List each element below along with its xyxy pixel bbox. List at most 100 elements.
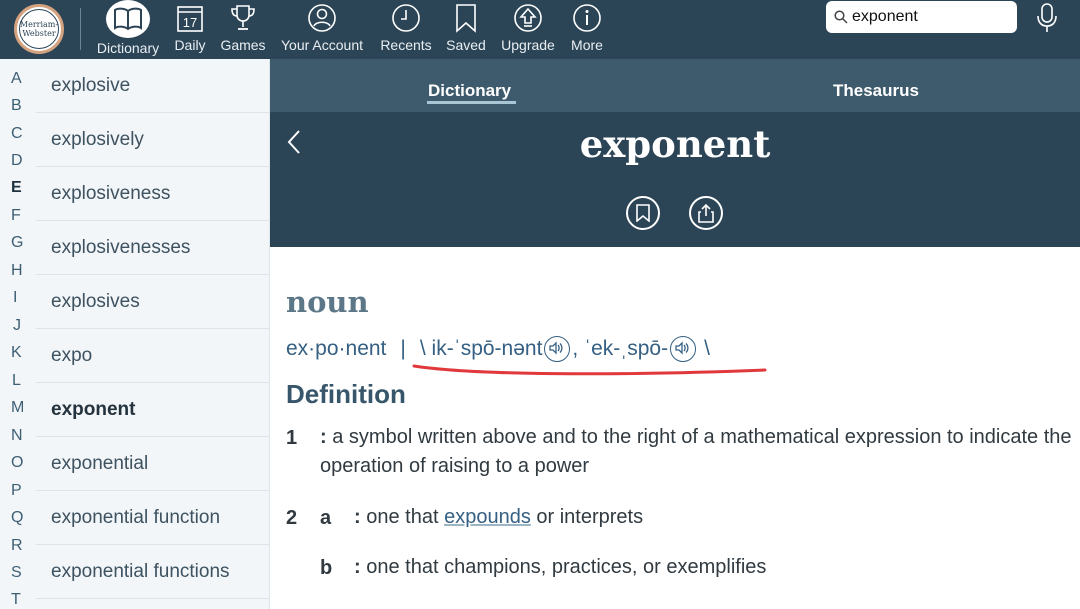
headword: exponent <box>579 122 771 166</box>
nav-more-label: More <box>571 37 603 53</box>
letter-r[interactable]: R <box>11 537 23 555</box>
nav-your-account[interactable]: Your Account <box>280 0 364 59</box>
letter-l[interactable]: L <box>12 372 21 390</box>
list-item-label: exponential functions <box>51 561 230 582</box>
clock-icon <box>392 4 420 32</box>
nav-games-label: Games <box>220 37 266 53</box>
list-item-label: explosive <box>51 75 131 96</box>
alphabet-index: A B C D E F G H I J K L M N O P Q R S T <box>0 59 36 609</box>
merriam-webster-logo[interactable]: Merriam- Webster <box>14 4 64 54</box>
word-list: explosive explosively explosiveness expl… <box>36 59 270 609</box>
nav-recents[interactable]: Recents <box>380 0 432 59</box>
pronunciation-1: \ ik-ˈspō-nənt <box>419 337 543 360</box>
letter-s[interactable]: S <box>11 564 22 582</box>
letter-i[interactable]: I <box>13 289 17 307</box>
letter-t[interactable]: T <box>11 591 21 609</box>
list-item-label: explosiveness <box>51 183 171 204</box>
tab-thesaurus[interactable]: Thesaurus <box>833 81 919 101</box>
list-item-label: explosives <box>51 291 140 312</box>
search-box[interactable] <box>826 1 1017 33</box>
list-item-selected[interactable]: exponent <box>36 383 270 437</box>
active-tab-indicator <box>427 101 516 104</box>
nav-divider <box>80 8 81 50</box>
letter-n[interactable]: N <box>11 427 23 445</box>
speaker-icon[interactable] <box>670 336 697 362</box>
nav-saved[interactable]: Saved <box>444 0 488 59</box>
nav-dictionary[interactable]: Dictionary <box>94 0 162 59</box>
sense-text: one that <box>360 506 445 528</box>
list-item[interactable]: explosive <box>36 59 270 113</box>
definition-heading: Definition <box>286 379 406 409</box>
bookmark-icon <box>636 204 650 222</box>
nav-upgrade-label: Upgrade <box>501 37 555 53</box>
sense-text: or interprets <box>530 506 644 528</box>
sense-letter: a <box>320 507 332 529</box>
speaker-icon[interactable] <box>544 336 571 362</box>
list-item[interactable]: exponential function <box>36 491 270 545</box>
top-navigation-bar: Merriam- Webster Dictionary 17 Daily Game… <box>0 0 1080 59</box>
part-of-speech: noun <box>286 285 369 319</box>
nav-dictionary-label: Dictionary <box>96 40 160 56</box>
sense-2b-definition: : one that champions, practices, or exem… <box>354 553 1074 582</box>
list-item[interactable]: exponential functions <box>36 545 270 599</box>
pronunciation-close: \ <box>704 337 710 360</box>
letter-h[interactable]: H <box>11 262 23 280</box>
letter-a[interactable]: A <box>11 70 22 88</box>
letter-g[interactable]: G <box>11 234 23 252</box>
nav-recents-label: Recents <box>380 37 432 53</box>
letter-j[interactable]: J <box>13 317 21 335</box>
search-input[interactable] <box>852 8 1012 26</box>
svg-text:17: 17 <box>183 15 197 30</box>
sense-2a-definition: : one that expounds or interprets <box>354 503 1074 532</box>
list-item[interactable]: exponential <box>36 437 270 491</box>
save-word-button[interactable] <box>626 196 660 230</box>
nav-games[interactable]: Games <box>218 0 268 59</box>
nav-upgrade[interactable]: Upgrade <box>500 0 556 59</box>
bookmark-icon <box>456 4 476 33</box>
letter-b[interactable]: B <box>11 97 22 115</box>
entry-content: noun ex·po·nent | \ ik-ˈspō-nənt , ˈek-ˌ… <box>270 247 1080 609</box>
sense-text: a symbol written above and to the right … <box>320 426 1072 477</box>
list-item-label: expo <box>51 345 93 366</box>
letter-c[interactable]: C <box>11 125 23 143</box>
nav-daily-label: Daily <box>174 37 206 53</box>
book-icon <box>106 0 150 38</box>
list-item[interactable]: explosively <box>36 113 270 167</box>
cross-reference-link[interactable]: expounds <box>444 506 531 528</box>
logo-line-1: Merriam- <box>19 20 59 29</box>
separator: | <box>400 337 406 360</box>
logo-line-2: Webster <box>22 29 56 38</box>
letter-e[interactable]: E <box>11 179 22 197</box>
sense-text: one that champions, practices, or exempl… <box>360 556 767 578</box>
letter-m[interactable]: M <box>11 399 24 417</box>
share-button[interactable] <box>689 196 723 230</box>
letter-f[interactable]: F <box>11 207 21 225</box>
list-item-label: exponential <box>51 453 149 474</box>
list-item-label: exponential function <box>51 507 221 528</box>
list-item[interactable]: explosivenesses <box>36 221 270 275</box>
tab-bar: Dictionary Thesaurus <box>270 59 1080 112</box>
nav-daily[interactable]: 17 Daily <box>170 0 210 59</box>
logo-text: Merriam- Webster <box>19 9 59 49</box>
upgrade-icon <box>514 4 542 32</box>
search-icon <box>834 10 848 24</box>
letter-k[interactable]: K <box>11 344 22 362</box>
nav-saved-label: Saved <box>446 37 486 53</box>
letter-q[interactable]: Q <box>11 509 23 527</box>
letter-o[interactable]: O <box>11 454 23 472</box>
list-item-label: explosively <box>51 129 144 150</box>
list-item[interactable]: explosiveness <box>36 167 270 221</box>
sense-number: 1 <box>286 427 298 449</box>
list-item[interactable]: expo <box>36 329 270 383</box>
letter-p[interactable]: P <box>11 482 22 500</box>
nav-more[interactable]: More <box>566 0 608 59</box>
pronunciation-2: , ˈek-ˌspō- <box>572 337 669 360</box>
sense-1-definition: : a symbol written above and to the righ… <box>320 423 1080 481</box>
entry-header: exponent <box>270 112 1080 247</box>
tab-dictionary[interactable]: Dictionary <box>428 81 511 101</box>
sense-colon: : <box>354 556 361 578</box>
list-item-label: explosivenesses <box>51 237 191 258</box>
list-item[interactable]: explosives <box>36 275 270 329</box>
microphone-icon[interactable] <box>1034 2 1060 34</box>
letter-d[interactable]: D <box>11 152 23 170</box>
